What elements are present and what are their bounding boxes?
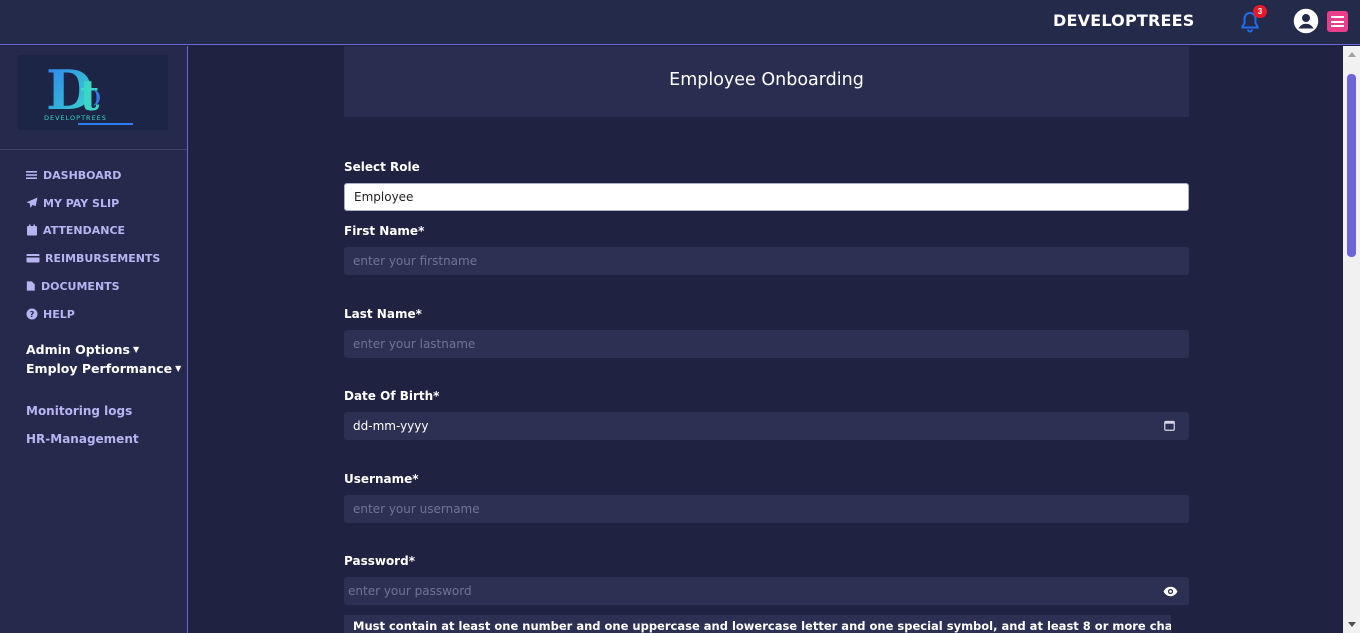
employ-performance-label: Employ Performance — [26, 361, 173, 376]
sidebar-item-label: MY PAY SLIP — [43, 196, 120, 210]
svg-text:DEVELOPTREES: DEVELOPTREES — [44, 114, 107, 122]
paper-plane-icon — [26, 197, 38, 208]
sidebar-item-label: REIMBURSEMENTS — [45, 251, 161, 265]
file-icon — [26, 281, 35, 291]
scroll-up-arrow-icon[interactable] — [1348, 52, 1356, 57]
hr-management-link[interactable]: HR-Management — [26, 432, 139, 446]
question-circle-icon: ? — [26, 308, 38, 320]
calendar-icon — [27, 224, 37, 236]
username-label: Username* — [344, 472, 419, 486]
page-header-card: Employee Onboarding — [344, 46, 1189, 117]
admin-options-dropdown[interactable]: Admin Options ▼ — [26, 342, 139, 357]
sidebar-item-documents[interactable]: DOCUMENTS — [26, 279, 120, 293]
username-input[interactable]: enter your username — [344, 495, 1189, 523]
sidebar-item-label: DOCUMENTS — [41, 279, 120, 293]
svg-text:?: ? — [30, 310, 35, 319]
caret-down-icon: ▼ — [132, 345, 140, 354]
first-name-placeholder: enter your firstname — [353, 254, 478, 268]
role-select-value: Employee — [354, 190, 414, 204]
bars-icon — [26, 171, 37, 179]
eye-icon[interactable] — [1163, 586, 1178, 597]
hamburger-icon[interactable] — [1327, 11, 1348, 32]
page-title: Employee Onboarding — [669, 70, 864, 90]
user-circle-icon[interactable] — [1293, 8, 1319, 34]
monitoring-logs-link[interactable]: Monitoring logs — [26, 404, 132, 418]
first-name-label: First Name* — [344, 224, 425, 238]
dob-value: dd-mm-yyyy — [353, 419, 429, 433]
caret-down-icon: ▼ — [175, 364, 182, 373]
sidebar-item-dashboard[interactable]: DASHBOARD — [26, 168, 121, 182]
sidebar-item-label: ATTENDANCE — [43, 223, 126, 237]
sidebar-divider — [0, 149, 187, 150]
password-hint: Must contain at least one number and one… — [344, 615, 1171, 633]
svg-text:): ) — [93, 87, 102, 108]
password-placeholder: enter your password — [348, 584, 472, 598]
sidebar: D t ) DEVELOPTREES DASHBOARD MY PAY SLIP… — [0, 46, 188, 633]
sidebar-item-label: HELP — [43, 307, 75, 321]
last-name-input[interactable]: enter your lastname — [344, 330, 1189, 358]
role-select[interactable]: Employee — [344, 183, 1189, 211]
sidebar-item-help[interactable]: ? HELP — [26, 307, 75, 321]
employ-performance-dropdown[interactable]: Employ Performance ▼ — [26, 361, 181, 376]
page-scrollbar[interactable] — [1343, 46, 1360, 633]
select-role-label: Select Role — [344, 160, 420, 174]
dob-input[interactable]: dd-mm-yyyy — [344, 412, 1189, 440]
admin-options-label: Admin Options — [26, 342, 130, 357]
top-navbar: DEVELOPTREES 3 — [0, 0, 1360, 45]
username-placeholder: enter your username — [353, 502, 480, 516]
company-logo[interactable]: D t ) DEVELOPTREES — [18, 55, 168, 130]
notification-badge: 3 — [1253, 5, 1267, 18]
first-name-input[interactable]: enter your firstname — [344, 247, 1189, 275]
calendar-icon[interactable] — [1164, 420, 1175, 431]
password-label: Password* — [344, 554, 415, 568]
sidebar-item-my-pay-slip[interactable]: MY PAY SLIP — [26, 196, 119, 210]
sidebar-item-attendance[interactable]: ATTENDANCE — [26, 223, 125, 237]
brand-name[interactable]: DEVELOPTREES — [1053, 11, 1195, 30]
dob-label: Date Of Birth* — [344, 389, 440, 403]
last-name-label: Last Name* — [344, 307, 422, 321]
scrollbar-thumb[interactable] — [1347, 74, 1356, 257]
main-content: Employee Onboarding Select Role Employee… — [188, 46, 1343, 633]
credit-card-icon — [26, 254, 40, 263]
last-name-placeholder: enter your lastname — [353, 337, 476, 351]
sidebar-item-reimbursements[interactable]: REIMBURSEMENTS — [26, 251, 160, 265]
sidebar-item-label: DASHBOARD — [43, 168, 122, 182]
password-input[interactable]: enter your password — [344, 577, 1189, 605]
logo-image: D t ) DEVELOPTREES — [44, 58, 133, 125]
scroll-down-arrow-icon[interactable] — [1348, 622, 1356, 627]
